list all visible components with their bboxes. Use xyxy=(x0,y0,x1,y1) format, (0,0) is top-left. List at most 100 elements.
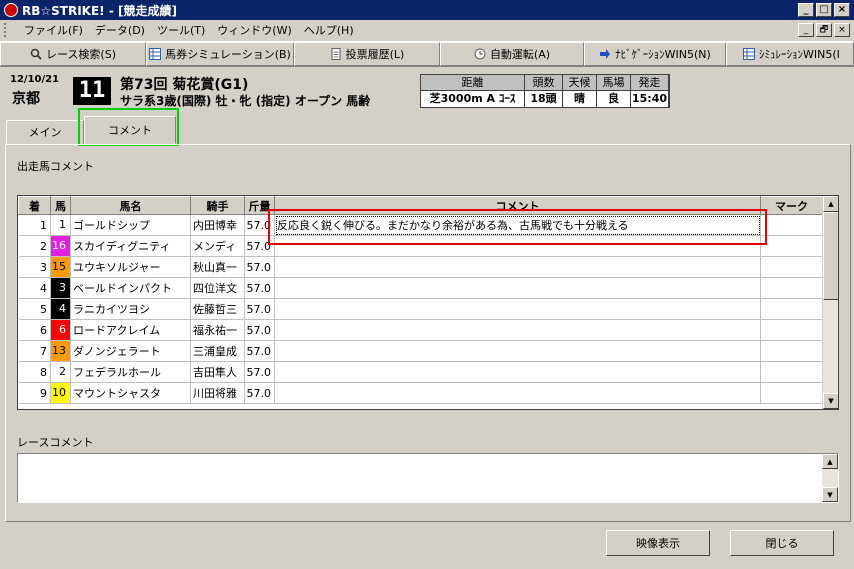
rank-cell: 8 xyxy=(18,361,51,383)
horse-number-cell: 4 xyxy=(50,298,71,320)
mark-cell[interactable] xyxy=(760,361,823,383)
col-rank[interactable]: 着 xyxy=(18,196,51,215)
menu-window[interactable]: ウィンドウ(W) xyxy=(211,22,297,38)
horse-number-cell: 3 xyxy=(50,277,71,299)
comment-cell[interactable] xyxy=(274,277,761,299)
horse-name-cell: ユウキソルジャー xyxy=(70,256,191,278)
jockey-cell: 川田将雅 xyxy=(190,382,245,404)
child-minimize-button[interactable]: _ xyxy=(798,23,814,37)
minimize-button[interactable]: _ xyxy=(798,3,814,17)
search-icon xyxy=(30,48,42,60)
race-conditions: サラ系3歳(国際) 牡・牝 (指定) オープン 馬齢 xyxy=(120,94,371,108)
info-distance: 芝3000m A ｺｰｽ xyxy=(421,91,525,107)
scroll-thumb[interactable] xyxy=(823,212,838,300)
info-header-distance: 距離 xyxy=(421,75,525,91)
horse-number-cell: 13 xyxy=(50,340,71,362)
close-window-button[interactable]: × xyxy=(834,3,850,17)
child-restore-button[interactable]: 🗗 xyxy=(816,23,832,37)
child-close-button[interactable]: × xyxy=(834,23,850,37)
comment-cell[interactable] xyxy=(274,361,761,383)
horse-number: 10 xyxy=(51,383,70,403)
horse-number-cell: 1 xyxy=(50,214,71,236)
menu-grip xyxy=(4,23,14,37)
menu-tools[interactable]: ツール(T) xyxy=(151,22,211,38)
bet-simulation-button[interactable]: 馬券シミュレーション(B) xyxy=(146,42,294,66)
mark-cell[interactable] xyxy=(760,382,823,404)
mark-cell[interactable] xyxy=(760,214,823,236)
horse-name-cell: ダノンジェラート xyxy=(70,340,191,362)
jockey-cell: 三浦皇成 xyxy=(190,340,245,362)
weight-cell: 57.0 xyxy=(244,340,275,362)
rank-cell: 6 xyxy=(18,319,51,341)
info-header-track: 馬場 xyxy=(597,75,631,91)
horse-number: 4 xyxy=(51,299,70,319)
horse-number-cell: 6 xyxy=(50,319,71,341)
table-icon xyxy=(149,48,162,60)
rank-cell: 7 xyxy=(18,340,51,362)
comment-cell[interactable] xyxy=(274,340,761,362)
comment-cell[interactable] xyxy=(274,319,761,341)
scroll-up-icon[interactable]: ▲ xyxy=(822,454,838,469)
menu-file[interactable]: ファイル(F) xyxy=(18,22,89,38)
table-row[interactable]: 7 13 ダノンジェラート 三浦皇成 57.0 xyxy=(18,340,823,362)
menu-help[interactable]: ヘルプ(H) xyxy=(298,22,360,38)
mark-cell[interactable] xyxy=(760,277,823,299)
table-row[interactable]: 3 15 ユウキソルジャー 秋山真一 57.0 xyxy=(18,256,823,278)
race-comment-field[interactable]: ▲ ▼ xyxy=(17,453,839,503)
weight-cell: 57.0 xyxy=(244,361,275,383)
table-row[interactable]: 9 10 マウントシャスタ 川田将雅 57.0 xyxy=(18,382,823,404)
show-video-button[interactable]: 映像表示 xyxy=(606,530,710,556)
mark-cell[interactable] xyxy=(760,319,823,341)
menu-bar: ファイル(F) データ(D) ツール(T) ウィンドウ(W) ヘルプ(H) xyxy=(0,20,854,40)
scroll-down-icon[interactable]: ▼ xyxy=(822,487,838,502)
auto-run-button[interactable]: 自動運転(A) xyxy=(440,42,584,66)
horse-number: 2 xyxy=(51,362,70,382)
info-track: 良 xyxy=(597,91,631,107)
table-scrollbar[interactable]: ▲ ▼ xyxy=(822,196,838,409)
close-button[interactable]: 閉じる xyxy=(730,530,834,556)
navigation-win5-button[interactable]: ﾅﾋﾞｹﾞｰｼｮﾝWIN5(N) xyxy=(584,42,726,66)
horse-name-cell: ロードアクレイム xyxy=(70,319,191,341)
rank-cell: 3 xyxy=(18,256,51,278)
scroll-down-icon[interactable]: ▼ xyxy=(823,393,838,409)
info-header-weather: 天候 xyxy=(563,75,597,91)
col-horse-number[interactable]: 馬 xyxy=(50,196,71,215)
race-name: 第73回 菊花賞(G1) xyxy=(120,77,249,93)
comment-cell[interactable] xyxy=(274,382,761,404)
horse-number: 13 xyxy=(51,341,70,361)
entries-comment-label: 出走馬コメント xyxy=(17,160,94,173)
horse-number: 15 xyxy=(51,257,70,277)
horse-number-cell: 15 xyxy=(50,256,71,278)
clock-icon xyxy=(474,48,486,60)
race-venue: 京都 xyxy=(12,91,40,107)
comment-cell[interactable] xyxy=(274,256,761,278)
maximize-button[interactable]: □ xyxy=(816,3,832,17)
table-row[interactable]: 5 4 ラニカイツヨシ 佐藤哲三 57.0 xyxy=(18,298,823,320)
table-icon xyxy=(743,48,755,60)
col-horse-name[interactable]: 馬名 xyxy=(70,196,191,215)
table-row[interactable]: 6 6 ロードアクレイム 福永祐一 57.0 xyxy=(18,319,823,341)
horse-number: 3 xyxy=(51,278,70,298)
scroll-up-icon[interactable]: ▲ xyxy=(823,196,838,212)
comment-cell[interactable] xyxy=(274,298,761,320)
mark-cell[interactable] xyxy=(760,256,823,278)
mark-cell[interactable] xyxy=(760,235,823,257)
horse-number-cell: 10 xyxy=(50,382,71,404)
col-jockey[interactable]: 騎手 xyxy=(190,196,245,215)
table-row[interactable]: 4 3 ベールドインパクト 四位洋文 57.0 xyxy=(18,277,823,299)
mark-cell[interactable] xyxy=(760,340,823,362)
jockey-cell: 福永祐一 xyxy=(190,319,245,341)
table-row[interactable]: 8 2 フェデラルホール 吉田隼人 57.0 xyxy=(18,361,823,383)
race-comment-scrollbar[interactable]: ▲ ▼ xyxy=(822,454,838,502)
mark-cell[interactable] xyxy=(760,298,823,320)
race-search-button[interactable]: レース検索(S) xyxy=(0,42,146,66)
vote-history-button[interactable]: 投票履歴(L) xyxy=(294,42,440,66)
tab-main[interactable]: メイン xyxy=(6,120,84,144)
jockey-cell: 秋山真一 xyxy=(190,256,245,278)
info-start: 15:40 xyxy=(631,91,669,107)
simulation-win5-button[interactable]: ｼﾐｭﾚｰｼｮﾝWIN5(I xyxy=(726,42,854,66)
menu-data[interactable]: データ(D) xyxy=(89,22,151,38)
horse-name-cell: ゴールドシップ xyxy=(70,214,191,236)
horse-name-cell: マウントシャスタ xyxy=(70,382,191,404)
col-mark[interactable]: マーク xyxy=(760,196,823,215)
